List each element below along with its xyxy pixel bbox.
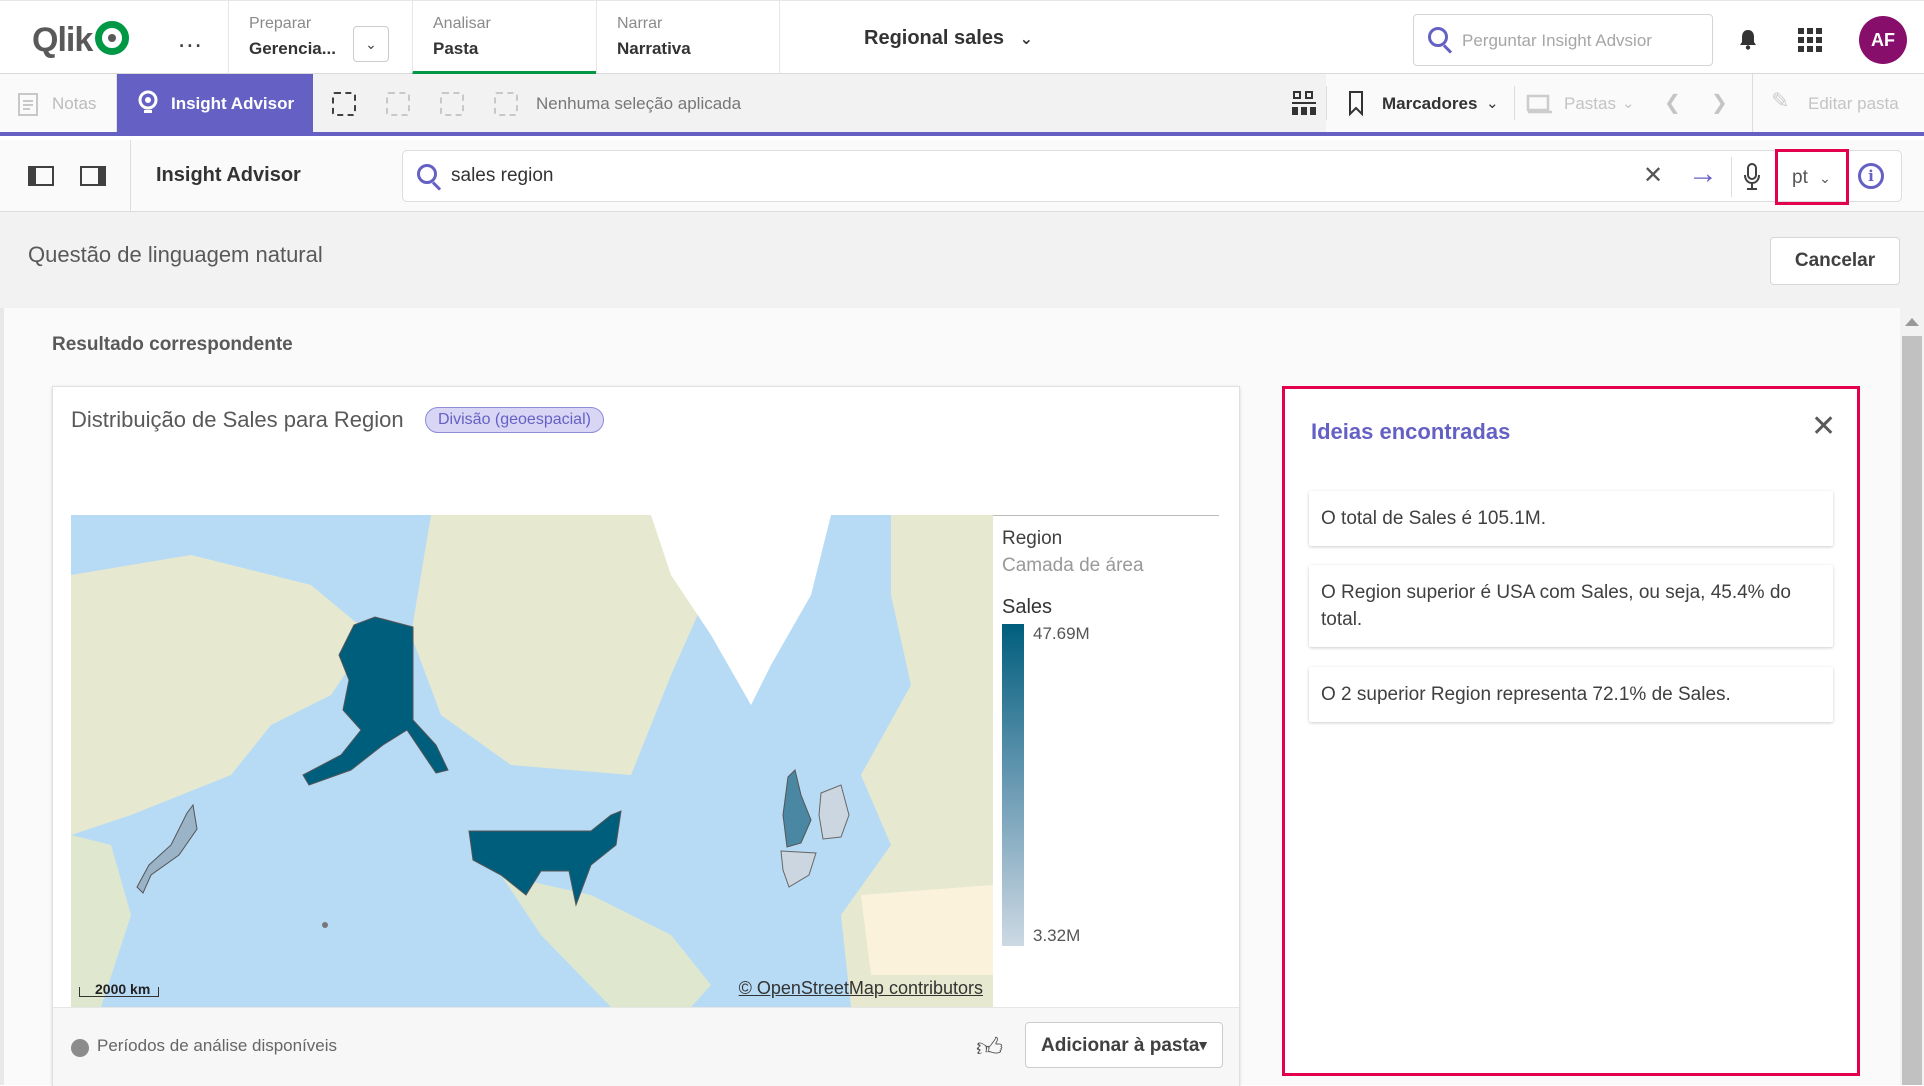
chevron-down-icon: ⌄ xyxy=(1622,95,1635,112)
divider xyxy=(1731,157,1732,197)
toggle-right-panel-icon[interactable] xyxy=(80,166,106,186)
edit-sheet-button[interactable]: Editar pasta xyxy=(1808,94,1899,114)
map-attribution[interactable]: © OpenStreetMap contributors xyxy=(739,978,983,999)
chevron-down-icon: ⌄ xyxy=(1486,95,1499,112)
map-legend: Region Camada de área Sales 47.69M 3.32M xyxy=(993,515,1219,1007)
results-area: Resultado correspondente Distribuição de… xyxy=(0,308,1900,1086)
ask-insight-advisor-input[interactable]: Perguntar Insight Advsior xyxy=(1413,14,1713,66)
region-hawaii xyxy=(322,922,328,928)
lightbulb-icon xyxy=(138,90,158,113)
land-sahara xyxy=(861,885,993,975)
insight-advisor-header: Insight Advisor sales region ✕ → pt ⌄ i xyxy=(0,140,1924,212)
sheets-button[interactable]: Pastas xyxy=(1564,94,1616,114)
chart-title: Distribuição de Sales para Region xyxy=(71,407,404,432)
language-selector[interactable]: pt ⌄ xyxy=(1775,149,1849,205)
chart-card: Distribuição de Sales para Region Divisã… xyxy=(52,386,1240,1086)
nav-prepare[interactable]: Preparar Gerencia... ⌄ xyxy=(228,1,412,75)
insight-advisor-button[interactable]: Insight Advisor xyxy=(117,74,313,132)
legend-min-value: 3.32M xyxy=(1033,926,1081,945)
next-sheet-icon[interactable]: ❯ xyxy=(1711,90,1728,115)
microphone-icon[interactable] xyxy=(1743,163,1761,191)
legend-color-scale xyxy=(1002,624,1024,946)
sheet-toolbar: Notas Insight Advisor Nenhuma seleção ap… xyxy=(0,74,1924,136)
pencil-icon: ✎ xyxy=(1771,88,1790,113)
scroll-up-arrow-icon[interactable] xyxy=(1905,318,1919,326)
thumbs-up-icon[interactable]: 👍︎ xyxy=(976,1032,1003,1063)
insights-title: Ideias encontradas xyxy=(1311,419,1511,444)
insight-item[interactable]: O Region superior é USA com Sales, ou se… xyxy=(1309,565,1833,647)
bookmarks-button[interactable]: Marcadores xyxy=(1382,94,1477,114)
clear-query-icon[interactable]: ✕ xyxy=(1643,161,1663,190)
map-svg xyxy=(71,515,993,1007)
clock-icon xyxy=(71,1039,89,1057)
nav-narrate[interactable]: Narrar Narrativa xyxy=(596,1,780,75)
notes-icon xyxy=(18,93,38,116)
app-name-dropdown[interactable]: Regional sales ⌄ xyxy=(864,27,1033,50)
search-icon xyxy=(1428,27,1448,47)
analysis-periods-text[interactable]: Períodos de análise disponíveis xyxy=(97,1036,337,1056)
divider xyxy=(130,140,131,212)
clear-selections-icon[interactable] xyxy=(494,92,518,116)
bookmark-icon xyxy=(1349,91,1363,116)
sheets-icon xyxy=(1526,94,1552,114)
vertical-scrollbar[interactable] xyxy=(1900,308,1924,1085)
legend-layer: Camada de área xyxy=(1002,555,1144,576)
legend-measure: Sales xyxy=(1002,596,1053,618)
results-section-title: Resultado correspondente xyxy=(52,334,293,355)
more-menu-button[interactable]: ... xyxy=(178,23,203,54)
map-scale-label: 2000 km xyxy=(95,981,151,997)
qlik-logo[interactable]: Qlik xyxy=(32,21,130,60)
legend-dimension: Region xyxy=(1002,528,1063,549)
nlq-title: Questão de linguagem natural xyxy=(28,242,323,267)
insights-panel: Ideias encontradas ✕ O total de Sales é … xyxy=(1282,386,1860,1076)
nlq-section: Questão de linguagem natural Cancelar xyxy=(0,212,1924,308)
apps-grid-icon[interactable] xyxy=(1798,28,1822,52)
selections-tool-icon[interactable] xyxy=(1292,90,1316,116)
map-chart[interactable]: 2000 km © OpenStreetMap contributors xyxy=(71,515,993,1007)
caret-down-icon: ▼ xyxy=(1196,1037,1210,1053)
insight-item[interactable]: O total de Sales é 105.1M. xyxy=(1309,491,1833,546)
user-avatar[interactable]: AF xyxy=(1859,16,1907,64)
submit-arrow-icon[interactable]: → xyxy=(1688,157,1718,191)
prepare-dropdown-button[interactable]: ⌄ xyxy=(353,26,389,62)
step-back-icon[interactable] xyxy=(386,92,410,116)
close-icon[interactable]: ✕ xyxy=(1811,409,1836,444)
toggle-left-panel-icon[interactable] xyxy=(28,166,54,186)
natural-language-query-input[interactable]: sales region ✕ → pt ⌄ i xyxy=(402,149,1902,205)
legend-max-value: 47.69M xyxy=(1033,624,1090,643)
insight-item[interactable]: O 2 superior Region representa 72.1% de … xyxy=(1309,667,1833,722)
top-bar: Qlik ... Preparar Gerencia... ⌄ Analisar… xyxy=(0,0,1924,75)
cancel-button[interactable]: Cancelar xyxy=(1770,237,1900,285)
search-icon xyxy=(417,164,437,184)
scrollbar-thumb[interactable] xyxy=(1902,336,1922,1085)
chevron-down-icon: ⌄ xyxy=(1819,170,1831,186)
chart-card-footer: Períodos de análise disponíveis 👍︎ Adici… xyxy=(53,1007,1239,1086)
info-icon[interactable]: i xyxy=(1858,163,1884,189)
notifications-bell-icon[interactable] xyxy=(1737,28,1759,50)
previous-sheet-icon[interactable]: ❮ xyxy=(1664,90,1681,115)
smart-search-icon[interactable] xyxy=(332,92,356,116)
toolbar-right-area: Marcadores ⌄ Pastas ⌄ ❮ ❯ ✎ Editar pasta xyxy=(1292,74,1924,132)
insight-advisor-title: Insight Advisor xyxy=(156,164,301,186)
qlik-q-icon xyxy=(95,21,130,55)
step-forward-icon[interactable] xyxy=(440,92,464,116)
analysis-type-badge: Divisão (geoespacial) xyxy=(425,407,604,433)
chevron-down-icon: ⌄ xyxy=(1019,31,1034,48)
notes-button[interactable]: Notas xyxy=(0,74,117,132)
add-to-sheet-button[interactable]: Adicionar à pasta ▼ xyxy=(1025,1022,1223,1068)
selection-status: Nenhuma seleção aplicada xyxy=(536,94,742,113)
query-text[interactable]: sales region xyxy=(451,165,553,187)
nav-analyze[interactable]: Analisar Pasta xyxy=(412,1,596,75)
